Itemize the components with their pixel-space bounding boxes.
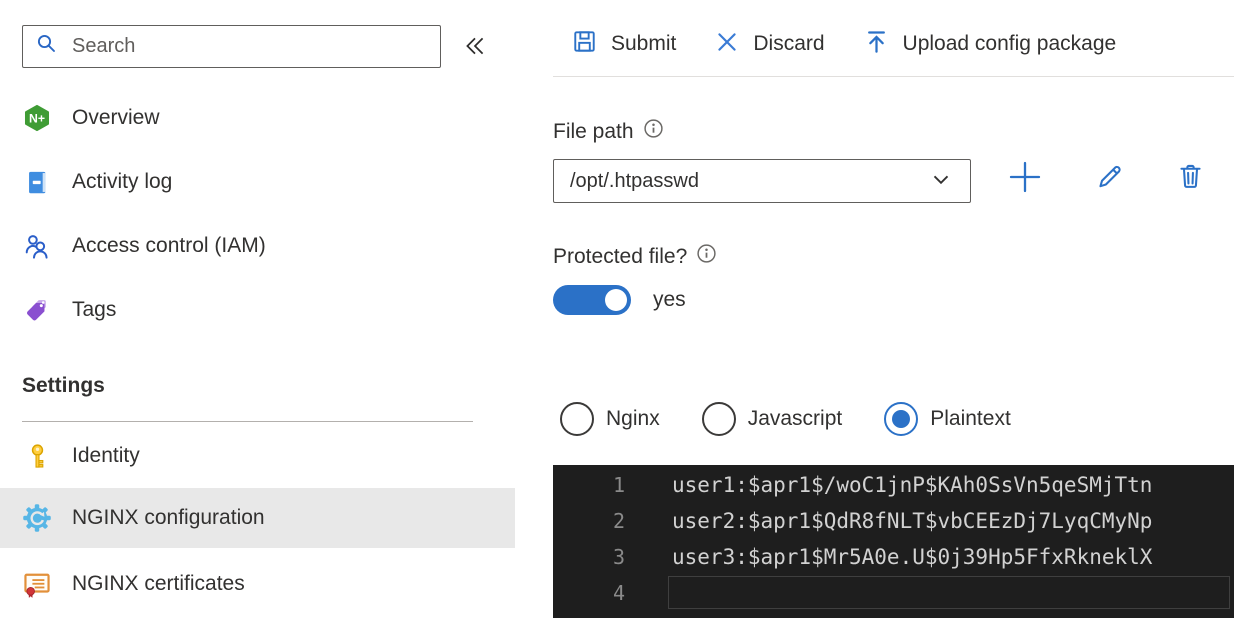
search-icon (35, 32, 59, 61)
radio-circle (560, 402, 594, 436)
line-number: 2 (612, 509, 625, 533)
protected-file-label-text: Protected file? (553, 244, 688, 268)
editor-line[interactable]: 2 user2:$apr1$QdR8fNLT$vbCEEzDj7LyqCMyNp (553, 503, 1234, 539)
radio-label: Nginx (606, 407, 660, 430)
editor-current-line-box[interactable] (668, 576, 1230, 609)
sidebar-item-label: Overview (72, 106, 160, 129)
discard-button[interactable]: Discard (714, 29, 825, 60)
delete-file-button[interactable] (1176, 161, 1205, 195)
settings-divider (22, 421, 473, 422)
file-path-label-text: File path (553, 119, 634, 143)
radio-javascript[interactable]: Javascript (701, 402, 843, 436)
discard-label: Discard (753, 32, 825, 55)
chevron-down-icon (928, 166, 954, 197)
settings-heading: Settings (22, 374, 105, 397)
protected-file-label: Protected file? (553, 243, 717, 270)
line-number: 4 (612, 581, 625, 605)
gear-icon (22, 503, 52, 533)
collapse-sidebar-button[interactable] (462, 33, 488, 59)
search-box[interactable] (22, 25, 441, 68)
double-chevron-left-icon (466, 37, 484, 55)
editor-line[interactable]: 1 user1:$apr1$/woC1jnP$KAh0SsVn5qeSMjTtn (553, 467, 1234, 503)
line-number: 3 (612, 545, 625, 569)
radio-plaintext[interactable]: Plaintext (884, 402, 1011, 436)
protected-file-toggle[interactable] (553, 285, 631, 315)
sidebar-item-label: NGINX certificates (72, 572, 245, 595)
radio-circle (884, 402, 919, 436)
sidebar-item-identity[interactable]: Identity (0, 434, 515, 478)
sidebar-item-label: Activity log (72, 170, 173, 193)
submit-button[interactable]: Submit (571, 28, 676, 60)
file-path-label: File path (553, 118, 664, 145)
upload-config-package-button[interactable]: Upload config package (863, 28, 1117, 60)
key-icon (22, 441, 52, 471)
pencil-icon (1099, 165, 1121, 188)
line-text: user2:$apr1$QdR8fNLT$vbCEEzDj7LyqCMyNp (672, 509, 1153, 533)
config-editor[interactable]: 1 user1:$apr1$/woC1jnP$KAh0SsVn5qeSMjTtn… (553, 465, 1234, 618)
toolbar-divider (553, 76, 1234, 77)
editor-line[interactable]: 3 user3:$apr1$Mr5A0e.U$0j39Hp5FfxRkneklX (553, 539, 1234, 575)
file-path-value: /opt/.htpasswd (570, 169, 699, 192)
sidebar-item-label: NGINX configuration (72, 506, 265, 529)
radio-nginx[interactable]: Nginx (560, 402, 660, 436)
info-icon[interactable] (696, 243, 717, 270)
sidebar-item-access-control[interactable]: Access control (IAM) (0, 224, 515, 268)
nginx-logo-icon: N+ (22, 103, 52, 133)
format-radio-group: Nginx Javascript Plaintext (560, 402, 1011, 436)
command-bar: Submit Discard Upload config package (571, 28, 1116, 60)
add-file-button[interactable] (1008, 160, 1042, 199)
svg-text:N+: N+ (29, 111, 45, 125)
info-icon[interactable] (643, 118, 664, 145)
upload-icon (863, 28, 890, 60)
radio-label: Javascript (747, 407, 843, 430)
protected-file-toggle-row: yes (553, 285, 686, 315)
upload-label: Upload config package (902, 32, 1117, 55)
sidebar-item-tags[interactable]: Tags (0, 288, 515, 332)
sidebar-item-label: Tags (72, 298, 117, 321)
radio-circle (701, 402, 736, 436)
save-icon (571, 28, 598, 60)
activity-log-icon (22, 167, 52, 197)
sidebar-item-nginx-configuration[interactable]: NGINX configuration (0, 488, 515, 548)
access-control-icon (22, 231, 52, 261)
plus-icon (1009, 161, 1041, 193)
sidebar-item-nginx-certificates[interactable]: NGINX certificates (0, 562, 515, 606)
sidebar: N+ Overview Activity log Access control … (0, 0, 515, 618)
sidebar-item-label: Access control (IAM) (72, 234, 266, 257)
toggle-knob (605, 289, 627, 311)
certificate-icon (22, 569, 52, 599)
search-input[interactable] (72, 35, 428, 58)
submit-label: Submit (611, 32, 677, 55)
sidebar-item-label: Identity (72, 444, 140, 467)
toggle-state-label: yes (653, 288, 686, 311)
page: N+ Overview Activity log Access control … (0, 0, 1234, 618)
sidebar-item-overview[interactable]: N+ Overview (0, 96, 515, 140)
line-text: user3:$apr1$Mr5A0e.U$0j39Hp5FfxRkneklX (672, 545, 1153, 569)
trash-icon (1180, 164, 1201, 188)
radio-label: Plaintext (930, 407, 1011, 430)
file-path-dropdown[interactable]: /opt/.htpasswd (553, 159, 971, 203)
edit-file-button[interactable] (1094, 161, 1125, 197)
line-text: user1:$apr1$/woC1jnP$KAh0SsVn5qeSMjTtn (672, 473, 1153, 497)
sidebar-item-activity-log[interactable]: Activity log (0, 160, 515, 204)
tags-icon (22, 295, 52, 325)
line-number: 1 (612, 473, 625, 497)
close-icon (714, 29, 740, 60)
